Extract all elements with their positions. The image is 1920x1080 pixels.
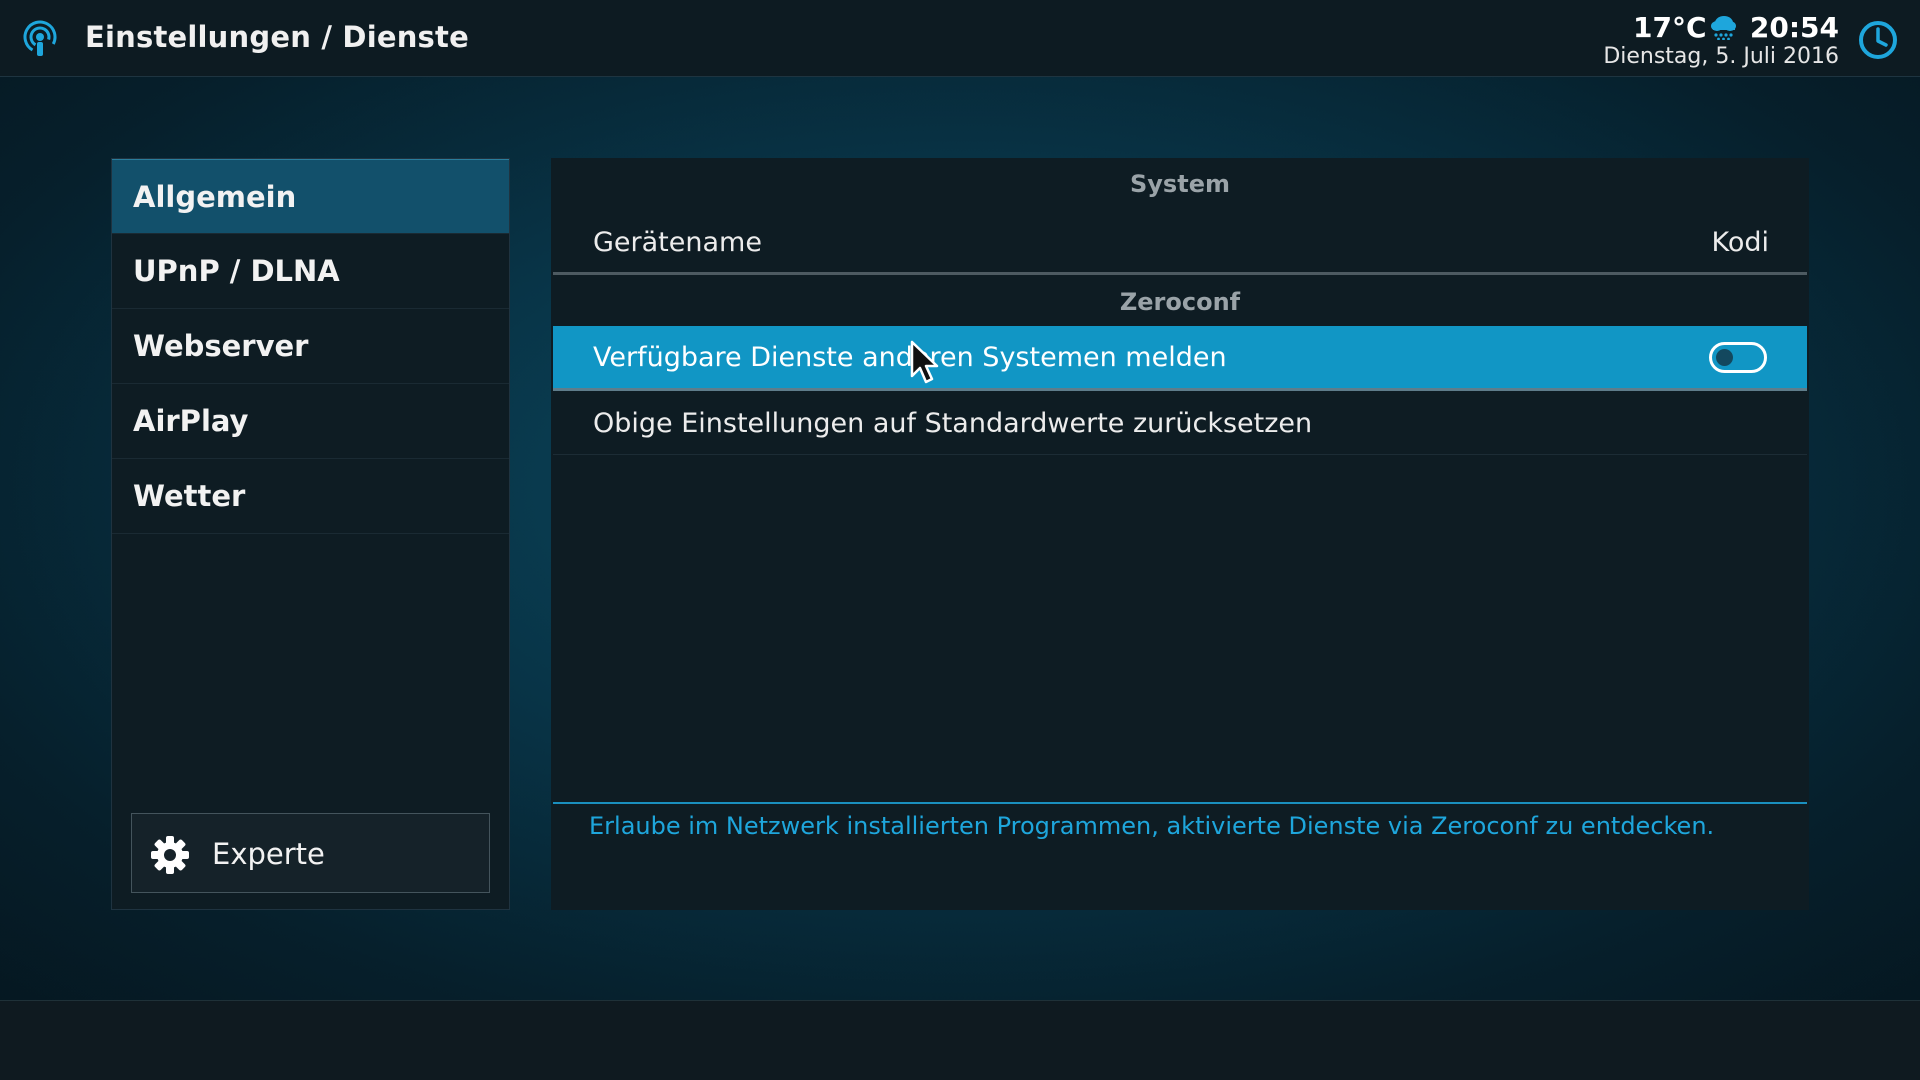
clock-time: 20:54 (1749, 11, 1839, 44)
setting-announce-services[interactable]: Verfügbare Dienste anderen Systemen meld… (553, 326, 1807, 390)
setting-description: Erlaube im Netzwerk installierten Progra… (589, 812, 1715, 840)
setting-label: Obige Einstellungen auf Standardwerte zu… (593, 408, 1313, 439)
section-header-system: System (1130, 170, 1230, 198)
section-divider (553, 272, 1807, 275)
toggle-switch[interactable] (1709, 342, 1767, 373)
setting-label: Gerätename (593, 227, 762, 258)
footer-bar (0, 1000, 1920, 1080)
menu-item-webserver[interactable]: Webserver (112, 309, 509, 384)
settings-level-label: Experte (212, 837, 325, 871)
description-divider (553, 802, 1807, 804)
clock-date: Dienstag, 5. Juli 2016 (1603, 44, 1839, 69)
settings-level-button[interactable]: Experte (131, 813, 490, 893)
gear-icon (151, 836, 189, 874)
rain-cloud-icon (1711, 16, 1736, 40)
section-header-zeroconf: Zeroconf (1119, 288, 1241, 316)
mouse-cursor-icon (910, 340, 939, 384)
header-bar: Einstellungen / Dienste 17°C 20:54 Diens… (0, 0, 1920, 77)
page-title: Einstellungen / Dienste (85, 20, 469, 54)
focus-underline (553, 388, 1807, 391)
category-menu: Allgemein UPnP / DLNA Webserver AirPlay … (111, 158, 510, 910)
menu-item-wetter[interactable]: Wetter (112, 459, 509, 534)
toggle-knob (1716, 349, 1733, 366)
podcast-broadcast-icon (23, 20, 57, 56)
menu-item-allgemein[interactable]: Allgemein (112, 159, 509, 234)
setting-device-name[interactable]: Gerätename Kodi (553, 211, 1807, 275)
setting-reset-defaults[interactable]: Obige Einstellungen auf Standardwerte zu… (553, 392, 1807, 456)
clock-icon (1859, 21, 1897, 59)
menu-item-airplay[interactable]: AirPlay (112, 384, 509, 459)
settings-panel: System Gerätename Kodi Zeroconf Verfügba… (551, 158, 1809, 910)
setting-value: Kodi (1711, 227, 1769, 258)
row-divider (553, 454, 1807, 455)
weather-temperature: 17°C (1633, 11, 1707, 44)
menu-item-upnp-dlna[interactable]: UPnP / DLNA (112, 234, 509, 309)
